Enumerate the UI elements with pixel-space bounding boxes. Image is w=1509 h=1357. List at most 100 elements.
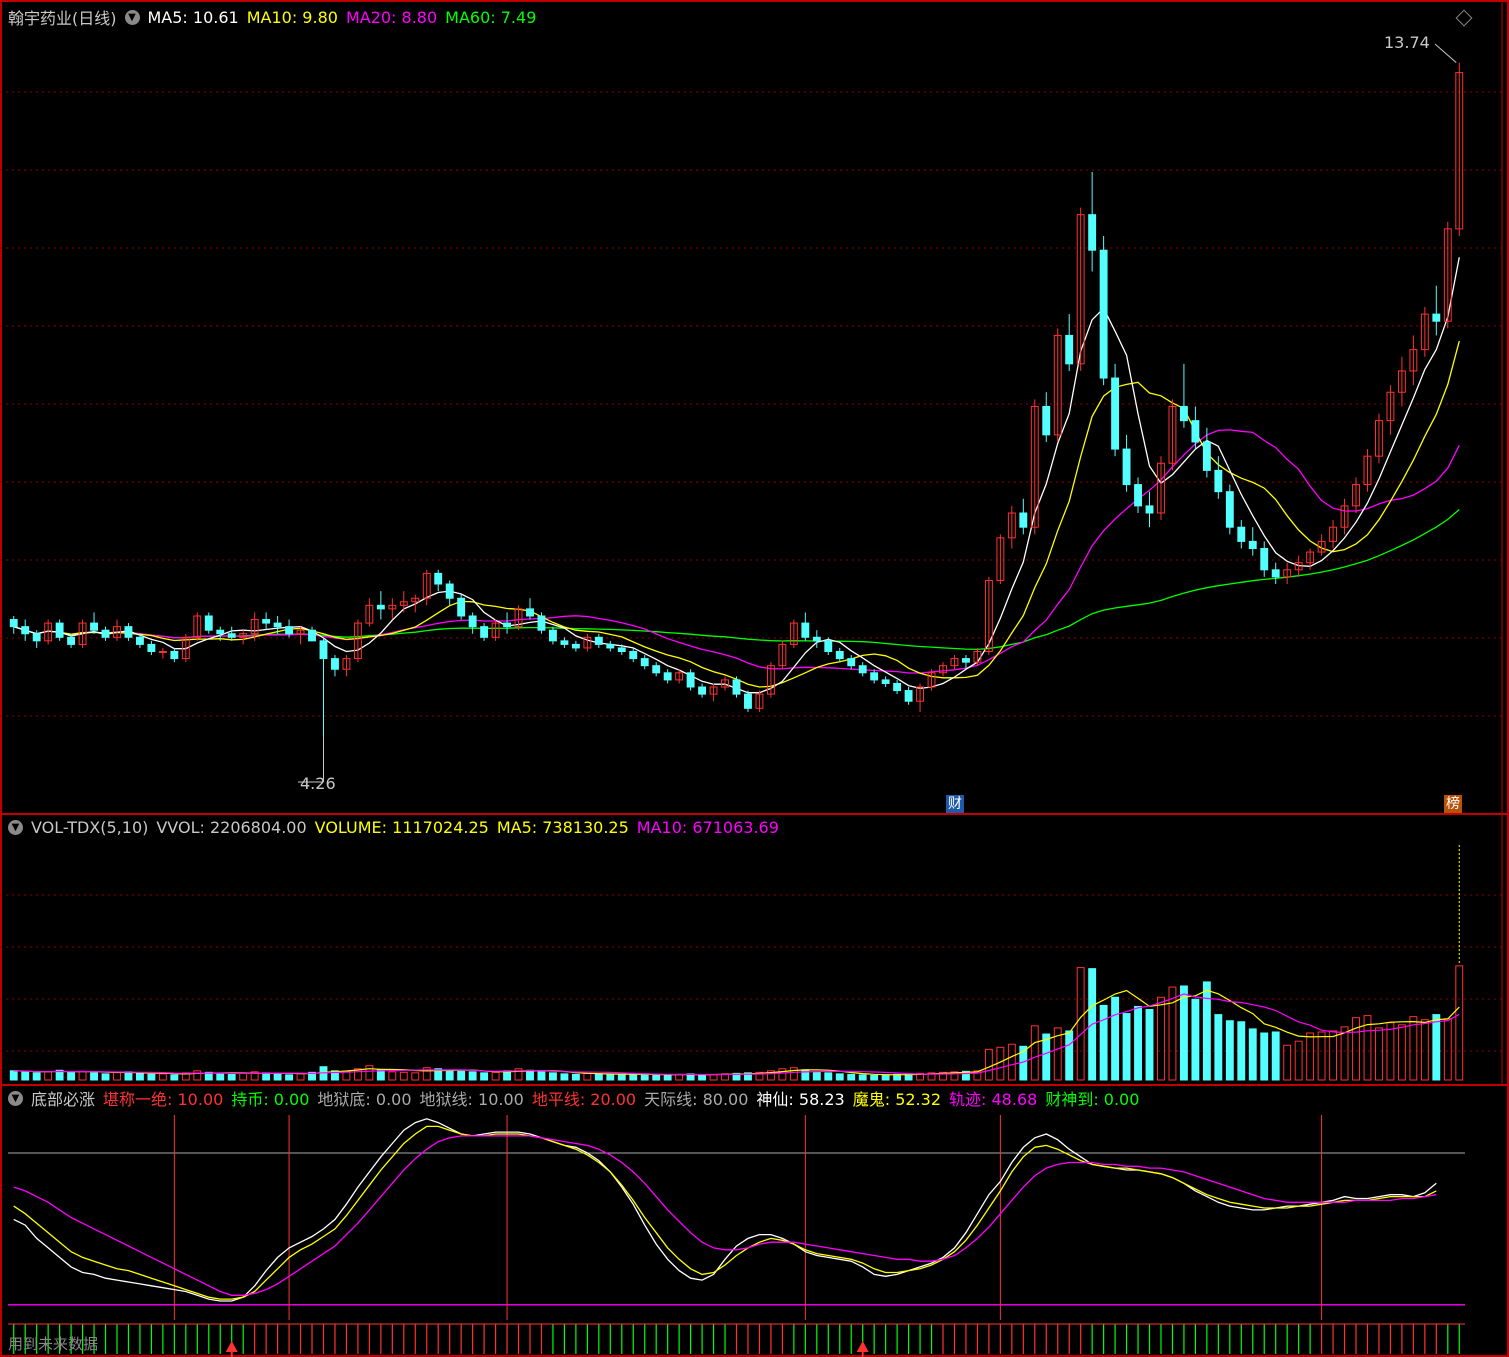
candle-body — [1134, 484, 1142, 507]
candle-body — [457, 597, 466, 617]
volume-bar — [21, 1070, 30, 1081]
candle-body — [308, 629, 316, 642]
candle-body — [881, 679, 890, 684]
candle-body — [1432, 313, 1441, 322]
ma-label-2: MA20: 8.80 — [345, 7, 438, 27]
volume-bar — [663, 1074, 672, 1081]
ind-label-1: 堪称一绝: 10.00 — [103, 1090, 224, 1109]
candle-body — [445, 583, 454, 599]
ind-label-2: 持币: 0.00 — [231, 1090, 310, 1109]
candle-body — [858, 665, 867, 674]
candle-body — [1202, 441, 1211, 471]
candle-body — [55, 622, 64, 638]
volume-bar — [824, 1072, 833, 1081]
candle-body — [698, 686, 707, 695]
osc-魔鬼 — [13, 1125, 1437, 1300]
volume-bar — [227, 1073, 236, 1081]
volume-bar — [652, 1074, 661, 1081]
volume-bar — [399, 1071, 408, 1081]
volume-bar — [778, 1068, 787, 1081]
volume-bar — [548, 1072, 557, 1081]
volume-bar — [262, 1072, 271, 1081]
volume-bar — [537, 1071, 546, 1081]
volume-bar — [1030, 1025, 1039, 1081]
volume-bar — [881, 1074, 890, 1081]
volume-bar — [1134, 1005, 1142, 1081]
osc-轨迹 — [13, 1135, 1437, 1296]
candle-body — [526, 608, 534, 617]
volume-bar — [296, 1073, 305, 1081]
candle-body — [503, 622, 511, 628]
volume-bar — [1248, 1028, 1257, 1081]
ind-label-10: 财神到: 0.00 — [1045, 1090, 1140, 1109]
indicator-legend: 底部必涨 堪称一绝: 10.00 持币: 0.00 地狱底: 0.00 地狱线: 10.… — [31, 1086, 1147, 1110]
candle-body — [571, 643, 580, 649]
volume-bar — [606, 1073, 615, 1081]
volume-bar — [1145, 1009, 1154, 1081]
high-pointer — [1434, 43, 1457, 64]
chevron-down-icon[interactable]: ▼ — [124, 9, 140, 25]
candle-body — [812, 636, 821, 642]
candle-body — [1111, 377, 1120, 450]
candle-body — [158, 650, 167, 653]
chevron-down-icon[interactable]: ▼ — [8, 1090, 23, 1106]
candle-body — [629, 650, 638, 660]
candle-body — [893, 682, 902, 692]
volume-bar — [1179, 985, 1188, 1081]
candle-body — [801, 622, 810, 638]
candle-body — [1214, 469, 1223, 493]
volume-bar — [709, 1073, 718, 1081]
volume-bar — [1237, 1021, 1246, 1081]
volume-bar — [1455, 965, 1464, 1081]
finance-badge[interactable]: 财 — [946, 795, 964, 813]
volume-bar — [1397, 1024, 1406, 1081]
volume-bar — [158, 1073, 167, 1081]
candle-body — [376, 604, 385, 610]
candle-body — [1042, 405, 1051, 436]
volume-bar — [273, 1073, 282, 1081]
volume-bar — [1191, 998, 1200, 1081]
volume-bar — [1283, 1044, 1292, 1081]
volume-legend: VOL-TDX(5,10) VVOL: 2206804.00 VOLUME: 111… — [31, 818, 787, 837]
candle-body — [480, 626, 489, 638]
ranking-badge[interactable]: 榜 — [1444, 795, 1462, 813]
volume-bar — [491, 1071, 500, 1081]
candle-body — [147, 643, 156, 652]
candle-body — [101, 629, 110, 638]
volume-bar — [1271, 1031, 1280, 1081]
vol-label-4: MA10: 671063.69 — [636, 817, 779, 837]
volume-bar — [216, 1073, 225, 1081]
volume-bar — [1329, 1030, 1338, 1081]
chevron-down-icon[interactable]: ▼ — [8, 819, 23, 835]
volume-bar — [1317, 1031, 1326, 1081]
volume-bar — [1260, 1032, 1269, 1081]
volume-bar — [78, 1070, 87, 1081]
candle-body — [1191, 420, 1200, 443]
candle-body — [904, 690, 913, 702]
volume-bar — [526, 1069, 534, 1081]
volume-bar — [629, 1073, 638, 1081]
candle-body — [652, 665, 661, 674]
volume-bar — [67, 1071, 76, 1081]
candle-body — [227, 633, 236, 638]
osc-神仙 — [13, 1118, 1437, 1302]
candle-body — [824, 640, 833, 652]
volume-bar — [170, 1074, 179, 1081]
volume-bar — [365, 1065, 374, 1081]
volume-bar — [1420, 1019, 1429, 1081]
candle-body — [617, 647, 626, 652]
main-header: 翰宇药业(日线) ▼ MA5: 10.61 MA10: 9.80 MA20: 8.8… — [8, 6, 545, 29]
volume-bar — [147, 1073, 156, 1081]
volume-bar — [1409, 1016, 1418, 1081]
candle-body — [1065, 334, 1074, 365]
stock-chart — [0, 0, 1509, 1357]
volume-bar — [1076, 967, 1085, 1081]
candle-body — [640, 658, 649, 667]
candle-body — [744, 693, 752, 709]
volume-bar — [411, 1072, 420, 1081]
volume-bar — [675, 1073, 684, 1081]
ma-legend: MA5: 10.61 MA10: 9.80 MA20: 8.80 MA60: 7.49 — [148, 8, 545, 27]
volume-bar — [1157, 996, 1165, 1081]
candle-body — [1088, 214, 1097, 251]
ind-label-0: 底部必涨 — [31, 1090, 96, 1109]
